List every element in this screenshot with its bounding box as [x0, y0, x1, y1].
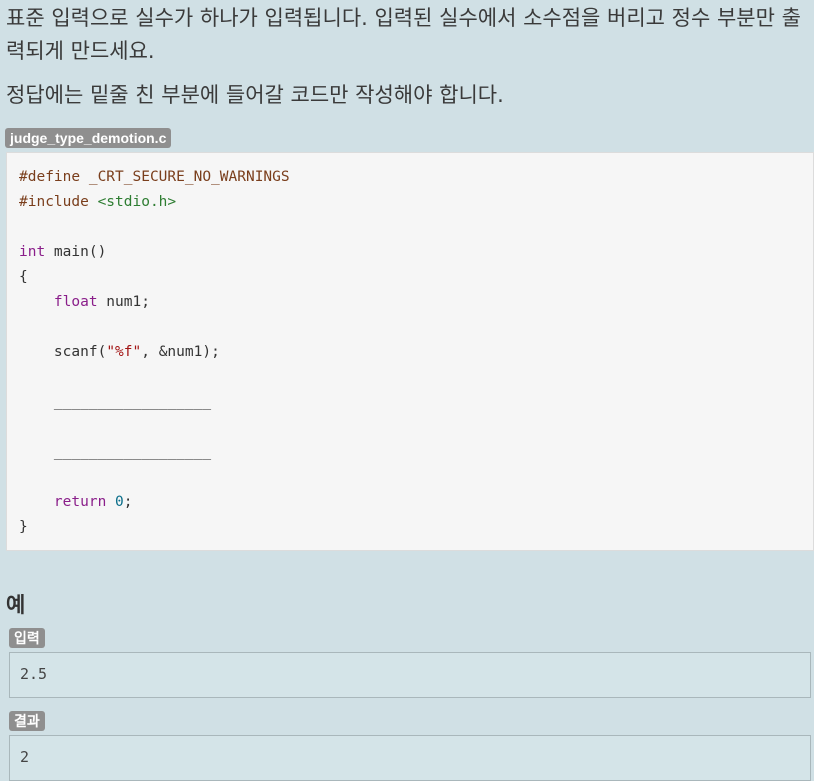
code-declaration: num1;	[97, 294, 150, 310]
code-int-keyword: int	[19, 244, 46, 260]
code-main-signature: main()	[45, 244, 107, 260]
code-include-directive: #include	[19, 194, 89, 210]
code-return-keyword: return	[53, 494, 107, 510]
code-blank-2: __________________	[53, 444, 212, 460]
code-block: #define _CRT_SECURE_NO_WARNINGS #include…	[6, 152, 814, 551]
code-scanf-args: , &num1);	[141, 344, 220, 360]
example-result-box: 2	[9, 735, 811, 781]
code-scanf-format: "%f"	[106, 344, 142, 360]
code-close-brace: }	[19, 519, 28, 535]
problem-description: 표준 입력으로 실수가 하나가 입력됩니다. 입력된 실수에서 소수점을 버리고…	[6, 6, 801, 63]
input-label-badge: 입력	[9, 628, 45, 648]
code-float-keyword: float	[53, 294, 98, 310]
example-heading: 예	[6, 593, 26, 617]
code-return-semicolon: ;	[123, 494, 133, 510]
code-return-value: 0	[115, 494, 124, 510]
result-label-badge: 결과	[9, 711, 45, 731]
code-filename-badge: judge_type_demotion.c	[5, 128, 172, 148]
code-content: #define _CRT_SECURE_NO_WARNINGS #include…	[7, 153, 813, 540]
code-define-line: #define _CRT_SECURE_NO_WARNINGS	[19, 169, 290, 185]
example-input-box: 2.5	[9, 652, 811, 698]
problem-instruction: 정답에는 밑줄 친 부분에 들어갈 코드만 작성해야 합니다.	[6, 83, 504, 107]
code-include-header: <stdio.h>	[97, 194, 177, 210]
code-scanf-call: scanf(	[53, 344, 107, 360]
code-blank-1: __________________	[53, 394, 212, 410]
code-open-brace: {	[19, 269, 28, 285]
